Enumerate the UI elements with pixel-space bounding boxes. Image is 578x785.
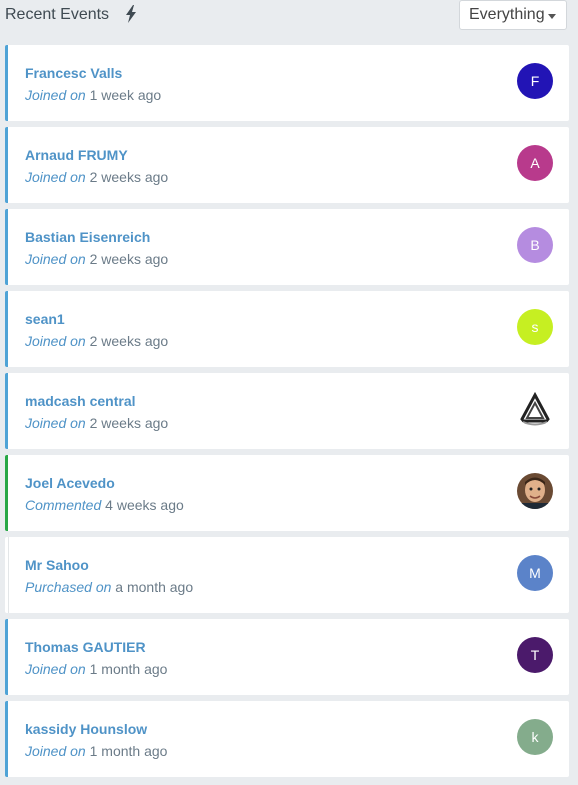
event-meta: Joined on 2 weeks ago <box>25 251 168 267</box>
chevron-down-icon <box>548 14 556 19</box>
event-user-name[interactable]: madcash central <box>25 393 136 409</box>
event-card[interactable]: kassidy Hounslow Joined on 1 month ago k <box>5 701 569 777</box>
avatar[interactable]: M <box>517 555 553 591</box>
avatar[interactable] <box>517 473 553 509</box>
event-verb: Purchased on <box>25 579 112 595</box>
avatar[interactable]: s <box>517 309 553 345</box>
event-meta: Purchased on a month ago <box>25 579 193 595</box>
event-verb: Joined on <box>25 415 86 431</box>
event-card[interactable]: Joel Acevedo Commented 4 weeks ago <box>5 455 569 531</box>
event-verb: Joined on <box>25 251 86 267</box>
event-time: 2 weeks ago <box>89 251 169 267</box>
event-time: 2 weeks ago <box>89 415 169 431</box>
event-user-name[interactable]: kassidy Hounslow <box>25 721 147 737</box>
event-meta: Joined on 2 weeks ago <box>25 415 168 431</box>
event-verb: Joined on <box>25 661 86 677</box>
madcash-logo-icon <box>518 391 552 426</box>
event-time: 1 month ago <box>89 743 168 759</box>
event-verb: Joined on <box>25 169 86 185</box>
event-verb: Joined on <box>25 333 86 349</box>
avatar[interactable]: B <box>517 227 553 263</box>
event-time: 2 weeks ago <box>89 169 169 185</box>
avatar[interactable]: F <box>517 63 553 99</box>
event-user-name[interactable]: Thomas GAUTIER <box>25 639 146 655</box>
event-user-name[interactable]: sean1 <box>25 311 65 327</box>
event-card[interactable]: Bastian Eisenreich Joined on 2 weeks ago… <box>5 209 569 285</box>
avatar[interactable]: T <box>517 637 553 673</box>
event-verb: Joined on <box>25 743 86 759</box>
event-meta: Joined on 2 weeks ago <box>25 169 168 185</box>
panel-title: Recent Events <box>5 6 110 23</box>
event-time: 1 month ago <box>89 661 168 677</box>
lightning-icon <box>126 5 136 23</box>
event-verb: Commented <box>25 497 102 513</box>
event-meta: Joined on 1 month ago <box>25 743 167 759</box>
event-card[interactable]: sean1 Joined on 2 weeks ago s <box>5 291 569 367</box>
event-verb: Joined on <box>25 87 86 103</box>
event-user-name[interactable]: Mr Sahoo <box>25 557 89 573</box>
event-card[interactable]: Mr Sahoo Purchased on a month ago M <box>5 537 569 613</box>
event-meta: Commented 4 weeks ago <box>25 497 184 513</box>
event-meta: Joined on 1 month ago <box>25 661 167 677</box>
event-user-name[interactable]: Joel Acevedo <box>25 475 115 491</box>
event-card[interactable]: Francesc Valls Joined on 1 week ago F <box>5 45 569 121</box>
event-time: 1 week ago <box>89 87 162 103</box>
event-card[interactable]: Arnaud FRUMY Joined on 2 weeks ago A <box>5 127 569 203</box>
event-filter-dropdown[interactable]: Everything <box>459 0 567 30</box>
event-user-name[interactable]: Bastian Eisenreich <box>25 229 150 245</box>
event-list: Francesc Valls Joined on 1 week ago F Ar… <box>5 45 569 783</box>
event-time: 4 weeks ago <box>105 497 184 513</box>
user-photo-icon <box>517 473 553 509</box>
event-card[interactable]: Thomas GAUTIER Joined on 1 month ago T <box>5 619 569 695</box>
event-meta: Joined on 2 weeks ago <box>25 333 168 349</box>
avatar[interactable]: k <box>517 719 553 755</box>
recent-events-header: Recent Events Everything <box>0 0 578 40</box>
event-user-name[interactable]: Francesc Valls <box>25 65 122 81</box>
avatar[interactable] <box>517 391 553 427</box>
filter-selected-value: Everything <box>469 6 545 23</box>
event-card[interactable]: madcash central Joined on 2 weeks ago <box>5 373 569 449</box>
avatar[interactable]: A <box>517 145 553 181</box>
event-time: a month ago <box>115 579 194 595</box>
event-time: 2 weeks ago <box>89 333 169 349</box>
event-user-name[interactable]: Arnaud FRUMY <box>25 147 128 163</box>
event-meta: Joined on 1 week ago <box>25 87 161 103</box>
